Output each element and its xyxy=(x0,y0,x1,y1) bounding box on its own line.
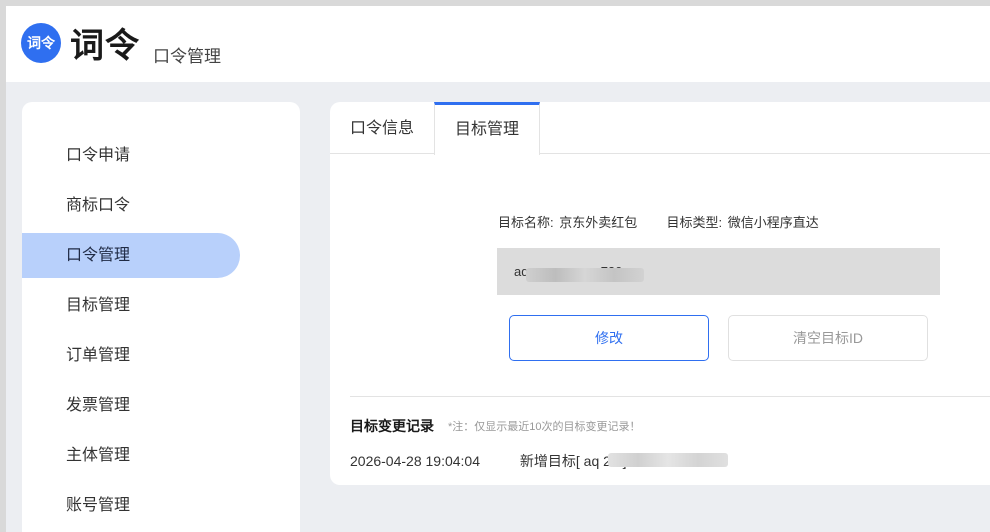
clear-target-id-button[interactable]: 清空目标ID xyxy=(728,315,928,361)
sidebar-item-trademark-token[interactable]: 商标口令 xyxy=(22,183,240,228)
sidebar-item-token-apply[interactable]: 口令申请 xyxy=(22,133,240,178)
target-info: 目标名称: 京东外卖红包 目标类型: 微信小程序直达 xyxy=(498,212,821,231)
page-title: 口令管理 xyxy=(153,47,221,66)
target-type-value: 微信小程序直达 xyxy=(727,215,819,230)
app-window: 词令 词令 口令管理 口令申请 商标口令 口令管理 目标管理 订单管理 发票管理… xyxy=(6,6,990,532)
tab-token-info[interactable]: 口令信息 xyxy=(330,102,434,154)
tab-bar: 口令信息 目标管理 xyxy=(330,102,990,155)
record-time: 2026-04-28 19:04:04 xyxy=(350,453,480,469)
target-type-label: 目标类型: xyxy=(666,215,723,230)
records-title: 目标变更记录 xyxy=(350,418,434,434)
tab-target-management[interactable]: 目标管理 xyxy=(434,102,540,155)
sidebar-item-token-management[interactable]: 口令管理 xyxy=(22,233,240,278)
sidebar-item-account-management[interactable]: 账号管理 xyxy=(22,483,240,528)
redacted-record-blur xyxy=(608,453,728,467)
sidebar: 口令申请 商标口令 口令管理 目标管理 订单管理 发票管理 主体管理 账号管理 xyxy=(22,102,300,532)
main-panel: 口令信息 目标管理 目标名称: 京东外卖红包 目标类型: 微信小程序直达 修改 … xyxy=(330,102,990,485)
redacted-id-blur xyxy=(526,268,644,282)
target-name-label: 目标名称: xyxy=(498,215,554,230)
brand-name: 词令 xyxy=(70,27,140,65)
logo-badge: 词令 xyxy=(21,23,61,63)
modify-button[interactable]: 修改 xyxy=(509,315,709,361)
header: 词令 词令 口令管理 xyxy=(6,6,990,82)
sidebar-item-invoice-management[interactable]: 发票管理 xyxy=(22,383,240,428)
sidebar-item-entity-management[interactable]: 主体管理 xyxy=(22,433,240,478)
target-name-value: 京东外卖红包 xyxy=(559,215,638,230)
record-row: 2026-04-28 19:04:04 新增目标[ aq 20 ] xyxy=(350,451,626,471)
records-note: *注：仅显示最近10次的目标变更记录！ xyxy=(448,421,641,433)
sidebar-item-order-management[interactable]: 订单管理 xyxy=(22,333,240,378)
divider xyxy=(350,396,990,397)
sidebar-item-target-management[interactable]: 目标管理 xyxy=(22,283,240,328)
